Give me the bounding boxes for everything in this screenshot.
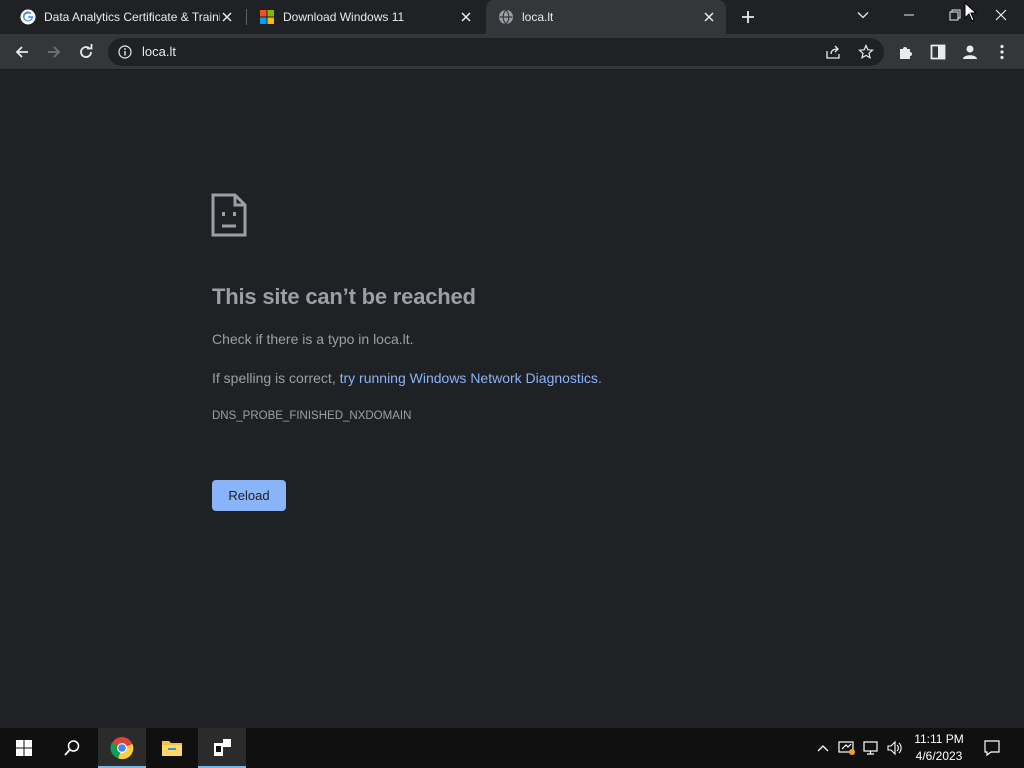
tab-search-button[interactable] xyxy=(840,0,886,30)
profile-icon xyxy=(963,45,977,59)
network-status-button[interactable] xyxy=(836,728,858,768)
app-icon xyxy=(214,739,231,756)
menu-button[interactable] xyxy=(990,40,1014,64)
tab-loca-lt[interactable]: loca.lt xyxy=(486,0,726,34)
extensions-icon xyxy=(900,47,912,59)
browser-toolbar: loca.lt xyxy=(0,34,1024,70)
mouse-cursor-icon xyxy=(964,2,978,22)
minimize-icon xyxy=(904,14,914,16)
share-icon[interactable] xyxy=(825,44,841,60)
error-page: This site can’t be reached Check if ther… xyxy=(0,70,1024,728)
system-clock[interactable]: 11:11 PM 4/6/2023 xyxy=(906,731,972,765)
globe-icon xyxy=(499,9,513,25)
side-panel-icon xyxy=(930,44,946,60)
restore-icon xyxy=(949,9,961,21)
close-icon xyxy=(995,9,1007,21)
address-url[interactable]: loca.lt xyxy=(142,44,176,59)
chrome-icon xyxy=(110,737,134,760)
extensions-button[interactable] xyxy=(894,40,918,64)
error-code: DNS_PROBE_FINISHED_NXDOMAIN xyxy=(212,410,412,422)
windows-start-icon xyxy=(16,740,32,756)
tab-strip: Data Analytics Certificate & Traini Down… xyxy=(0,0,1024,34)
tab-data-analytics[interactable]: Data Analytics Certificate & Traini xyxy=(8,0,244,34)
back-button[interactable] xyxy=(10,40,34,64)
ethernet-button[interactable] xyxy=(860,728,882,768)
search-icon xyxy=(64,740,80,756)
tab-search-icon xyxy=(857,12,869,19)
close-window-button[interactable] xyxy=(978,0,1024,30)
network-status-icon xyxy=(838,741,855,755)
reload-button[interactable] xyxy=(74,40,98,64)
menu-icon xyxy=(1000,44,1004,60)
profile-button[interactable] xyxy=(958,40,982,64)
sad-page-icon xyxy=(211,193,247,237)
tab-title: Data Analytics Certificate & Traini xyxy=(44,10,220,24)
forward-icon xyxy=(48,46,61,58)
tab-download-windows[interactable]: Download Windows 11 xyxy=(247,0,483,34)
reload-page-button[interactable]: Reload xyxy=(212,480,286,511)
ethernet-icon xyxy=(863,741,878,755)
hint-suffix: . xyxy=(597,370,602,386)
clock-time: 11:11 PM xyxy=(914,732,964,746)
taskbar-chrome[interactable] xyxy=(98,728,146,768)
start-button[interactable] xyxy=(0,728,48,768)
microsoft-logo-icon xyxy=(260,10,274,24)
taskbar-search-button[interactable] xyxy=(48,728,96,768)
info-icon[interactable] xyxy=(118,45,132,59)
taskbar-app[interactable] xyxy=(198,728,246,768)
forward-button[interactable] xyxy=(42,40,66,64)
side-panel-button[interactable] xyxy=(926,40,950,64)
google-g-icon xyxy=(20,9,36,25)
error-typo-hint: Check if there is a typo in loca.lt. xyxy=(212,331,414,347)
reload-icon xyxy=(80,44,93,58)
minimize-button[interactable] xyxy=(886,0,932,30)
taskbar-file-explorer[interactable] xyxy=(148,728,196,768)
back-icon xyxy=(15,46,28,58)
network-diagnostics-link[interactable]: try running Windows Network Diagnostics xyxy=(340,370,598,386)
notification-icon xyxy=(984,740,1000,757)
action-center-button[interactable] xyxy=(978,728,1006,768)
error-title: This site can’t be reached xyxy=(212,284,476,309)
windows-taskbar: 11:11 PM 4/6/2023 xyxy=(0,728,1024,768)
hint-prefix: If spelling is correct, xyxy=(212,370,340,386)
error-diagnostics-hint: If spelling is correct, try running Wind… xyxy=(212,370,602,386)
show-hidden-icons-button[interactable] xyxy=(814,728,832,768)
close-tab-icon[interactable] xyxy=(220,10,234,24)
tab-title: loca.lt xyxy=(522,10,554,24)
close-tab-icon[interactable] xyxy=(702,10,716,24)
tab-title: Download Windows 11 xyxy=(283,10,405,24)
bookmark-star-icon[interactable] xyxy=(858,44,874,60)
close-tab-icon[interactable] xyxy=(459,10,473,24)
file-explorer-icon xyxy=(162,741,182,756)
volume-button[interactable] xyxy=(884,728,904,768)
address-bar[interactable]: loca.lt xyxy=(108,38,884,66)
volume-icon xyxy=(887,740,902,756)
clock-date: 4/6/2023 xyxy=(915,749,963,763)
new-tab-icon[interactable] xyxy=(738,7,758,27)
chevron-up-icon xyxy=(817,745,829,752)
